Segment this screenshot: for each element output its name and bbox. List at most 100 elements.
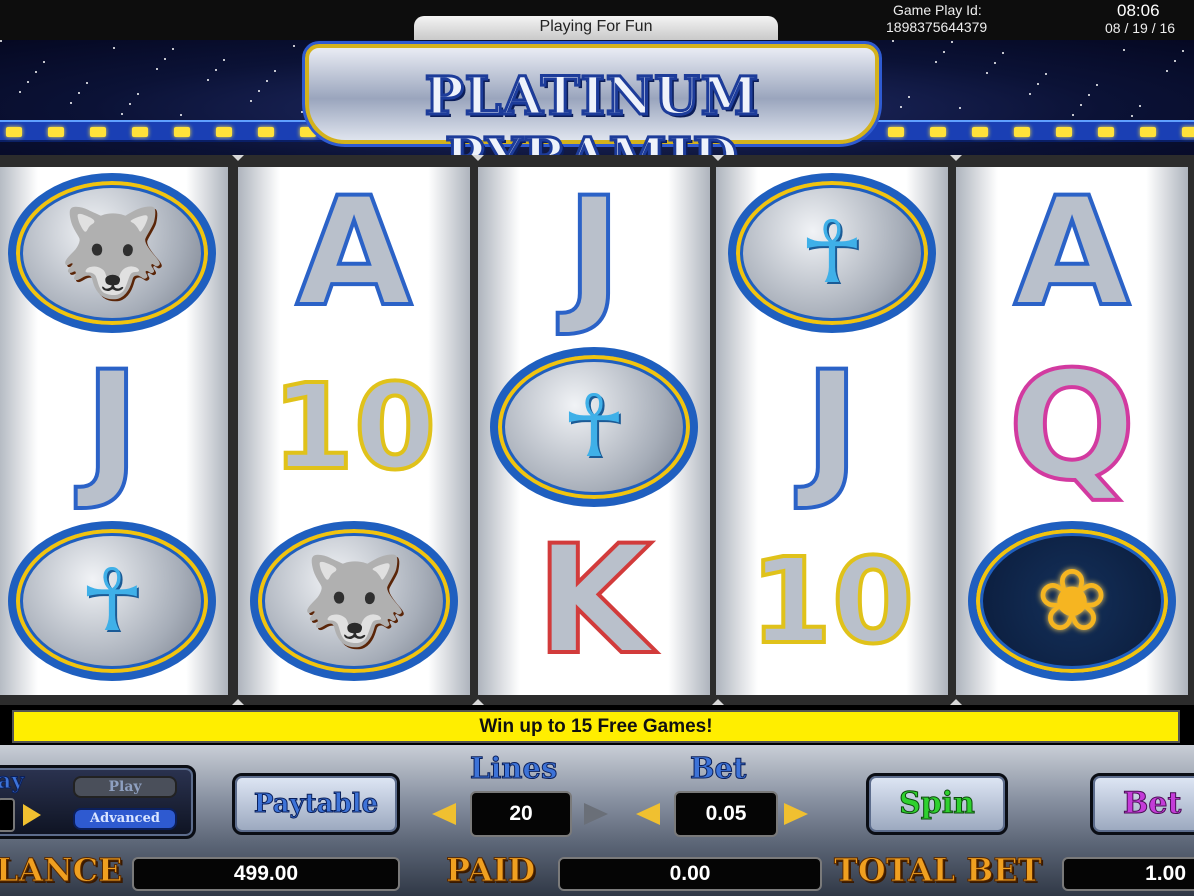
star bbox=[908, 96, 910, 98]
status-bar: Playing For Fun Game Play Id: 1898375644… bbox=[0, 0, 1194, 40]
star bbox=[129, 103, 131, 105]
star bbox=[78, 92, 80, 94]
strip-bulb bbox=[1014, 127, 1030, 137]
star bbox=[994, 62, 996, 64]
lines-label: Lines bbox=[469, 751, 558, 786]
lines-decrease-arrow[interactable] bbox=[432, 803, 456, 825]
star bbox=[27, 81, 29, 83]
clock: 08:06 bbox=[1117, 1, 1160, 20]
star bbox=[250, 100, 252, 102]
symbol-medallion: 🐺 bbox=[250, 521, 458, 681]
reel-3-symbol-1: J bbox=[486, 171, 702, 335]
strip-bulb bbox=[930, 127, 946, 137]
reel-divider-tick bbox=[712, 155, 724, 161]
symbol-medallion: ❀ bbox=[968, 521, 1176, 681]
advanced-button[interactable]: Advanced bbox=[73, 808, 177, 830]
reel-1-symbol-2: J bbox=[4, 345, 220, 509]
strip-bulb bbox=[972, 127, 988, 137]
reel-3: J ☥ K bbox=[478, 167, 710, 695]
star bbox=[19, 91, 21, 93]
star bbox=[1166, 70, 1168, 72]
control-panel: ay Play Advanced Paytable Lines 20 Bet 0… bbox=[0, 745, 1194, 896]
card-symbol-q: Q bbox=[1006, 340, 1138, 514]
reel-4-symbol-1: ☥ bbox=[724, 171, 940, 335]
game-logo: PLATINUM PYRAMID bbox=[305, 44, 879, 155]
reel-divider-tick bbox=[232, 699, 244, 705]
star bbox=[172, 48, 174, 50]
bet-max-button[interactable]: Bet bbox=[1090, 773, 1194, 835]
star bbox=[137, 93, 139, 95]
reel-2: A 10 🐺 bbox=[238, 167, 470, 695]
star bbox=[1080, 104, 1082, 106]
spin-label: Spin bbox=[899, 786, 976, 822]
date: 08 / 19 / 16 bbox=[1105, 20, 1176, 36]
star bbox=[35, 71, 37, 73]
game-play-id-label: Game Play Id: bbox=[893, 2, 982, 18]
star bbox=[1174, 60, 1176, 62]
paytable-button[interactable]: Paytable bbox=[232, 773, 400, 835]
star bbox=[986, 72, 988, 74]
bet-decrease-arrow[interactable] bbox=[636, 803, 660, 825]
star bbox=[1029, 93, 1031, 95]
play-button[interactable]: Play bbox=[73, 776, 177, 798]
strip-bulb bbox=[48, 127, 64, 137]
reel-5: A Q ❀ bbox=[956, 167, 1188, 695]
star bbox=[113, 47, 115, 49]
spin-button[interactable]: Spin bbox=[866, 773, 1008, 835]
reel-3-symbol-2: ☥ bbox=[486, 345, 702, 509]
game-play-id: 1898375644379 bbox=[886, 19, 988, 35]
star bbox=[223, 59, 225, 61]
reel-divider-tick bbox=[472, 699, 484, 705]
star bbox=[1182, 50, 1184, 52]
bet-max-label: Bet bbox=[1122, 786, 1182, 822]
strip-bulb bbox=[174, 127, 190, 137]
reel-1: 🐺 J ☥ bbox=[0, 167, 228, 695]
promo-marquee: Win up to 15 Free Games! bbox=[12, 710, 1180, 743]
reel-divider-tick bbox=[950, 155, 962, 161]
star bbox=[301, 111, 303, 113]
star bbox=[70, 102, 72, 104]
autoplay-count-box[interactable] bbox=[0, 798, 15, 832]
symbol-medallion: ☥ bbox=[8, 521, 216, 681]
strip-bulb bbox=[216, 127, 232, 137]
strip-bulb bbox=[1140, 127, 1156, 137]
star bbox=[892, 40, 894, 42]
star bbox=[207, 79, 209, 81]
symbol-medallion: 🐺 bbox=[8, 173, 216, 333]
reel-1-symbol-3: ☥ bbox=[4, 519, 220, 683]
strip-bulb bbox=[6, 127, 22, 137]
star bbox=[258, 90, 260, 92]
reel-3-symbol-3: K bbox=[486, 519, 702, 683]
reel-5-symbol-3: ❀ bbox=[964, 519, 1180, 683]
reel-1-symbol-1: 🐺 bbox=[4, 171, 220, 335]
jackal-canopic-icon: 🐺 bbox=[58, 203, 166, 303]
star bbox=[1096, 84, 1098, 86]
reel-4-symbol-2: J bbox=[724, 345, 940, 509]
reel-area: 🐺 J ☥ A 10 🐺 J ☥ K ☥ J 10 A Q ❀ bbox=[0, 155, 1194, 705]
star bbox=[274, 70, 276, 72]
star bbox=[1088, 94, 1090, 96]
star bbox=[266, 80, 268, 82]
lines-value: 20 bbox=[470, 791, 572, 837]
autoplay-increase-arrow[interactable] bbox=[23, 804, 41, 826]
bet-increase-arrow[interactable] bbox=[784, 803, 808, 825]
strip-bulb bbox=[888, 127, 904, 137]
lines-increase-arrow[interactable] bbox=[584, 803, 608, 825]
play-mode-tab: Playing For Fun bbox=[414, 16, 778, 40]
star bbox=[0, 40, 2, 42]
reel-4-symbol-3: 10 bbox=[724, 519, 940, 683]
reel-4: ☥ J 10 bbox=[716, 167, 948, 695]
ankh-icon: ☥ bbox=[799, 203, 865, 303]
autoplay-panel: ay Play Advanced bbox=[0, 765, 196, 839]
strip-bulb bbox=[1182, 127, 1194, 137]
star bbox=[943, 51, 945, 53]
star bbox=[1139, 105, 1141, 107]
reel-2-symbol-3: 🐺 bbox=[246, 519, 462, 683]
star bbox=[951, 41, 953, 43]
strip-bulb bbox=[90, 127, 106, 137]
card-symbol-10: 10 bbox=[748, 532, 916, 670]
symbol-medallion: ☥ bbox=[490, 347, 698, 507]
reel-divider-tick bbox=[472, 155, 484, 161]
card-symbol-k: K bbox=[534, 514, 654, 688]
ankh-icon: ☥ bbox=[79, 551, 145, 651]
